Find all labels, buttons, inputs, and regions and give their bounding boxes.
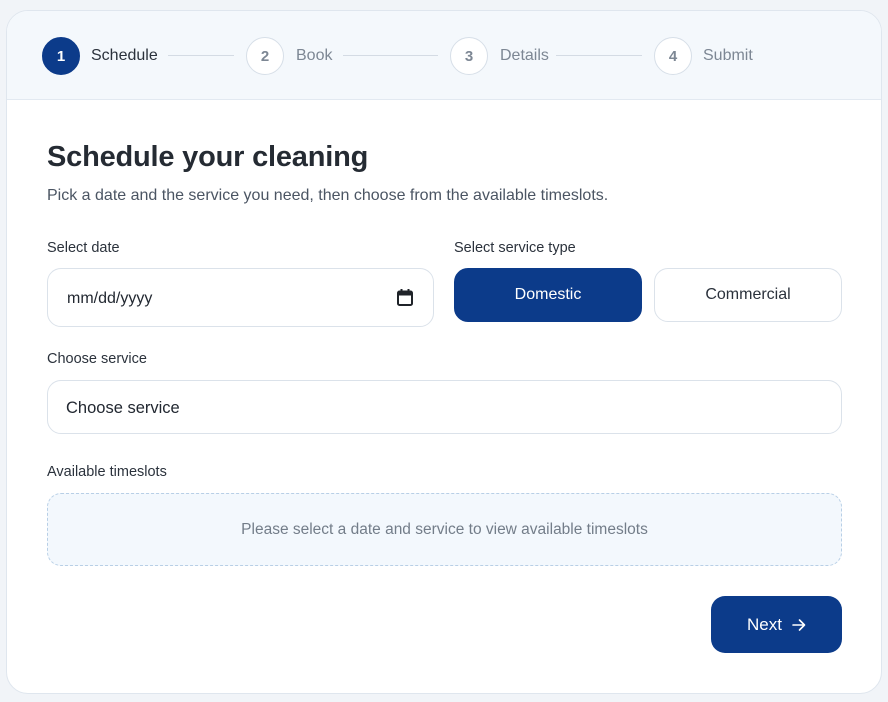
step-1-label[interactable]: Schedule bbox=[91, 47, 158, 65]
step-2-indicator[interactable]: 2 bbox=[246, 37, 284, 75]
page-title: Schedule your cleaning bbox=[47, 141, 369, 173]
service-type-label: Select service type bbox=[454, 240, 576, 256]
progress-stepper: 1 Schedule 2 Book 3 Details 4 Submit bbox=[7, 11, 881, 100]
timeslots-label: Available timeslots bbox=[47, 464, 167, 480]
date-input-value: mm/dd/yyyy bbox=[67, 290, 153, 307]
step-connector bbox=[168, 55, 234, 56]
step-2-label[interactable]: Book bbox=[296, 47, 332, 65]
date-input[interactable]: mm/dd/yyyy bbox=[47, 268, 434, 327]
date-field-label: Select date bbox=[47, 240, 120, 256]
next-button[interactable]: Next bbox=[711, 596, 842, 653]
timeslots-empty-message: Please select a date and service to view… bbox=[241, 520, 648, 538]
step-3-label[interactable]: Details bbox=[500, 47, 549, 65]
domestic-button[interactable]: Domestic bbox=[454, 268, 642, 322]
timeslots-panel: Please select a date and service to view… bbox=[47, 493, 842, 566]
service-select-label: Choose service bbox=[47, 351, 147, 367]
page-subtitle: Pick a date and the service you need, th… bbox=[47, 187, 609, 204]
service-select-value: Choose service bbox=[66, 399, 180, 417]
step-connector bbox=[343, 55, 438, 56]
service-select[interactable]: Choose service bbox=[47, 380, 842, 434]
arrow-right-icon bbox=[792, 618, 806, 631]
calendar-icon[interactable] bbox=[397, 289, 413, 306]
step-4-indicator[interactable]: 4 bbox=[654, 37, 692, 75]
step-4-label[interactable]: Submit bbox=[703, 47, 753, 65]
next-button-label: Next bbox=[747, 614, 782, 634]
booking-card: 1 Schedule 2 Book 3 Details 4 Submit Sch… bbox=[6, 10, 882, 694]
step-3-indicator[interactable]: 3 bbox=[450, 37, 488, 75]
commercial-button[interactable]: Commercial bbox=[654, 268, 842, 322]
step-connector bbox=[556, 55, 642, 56]
step-1-indicator[interactable]: 1 bbox=[42, 37, 80, 75]
